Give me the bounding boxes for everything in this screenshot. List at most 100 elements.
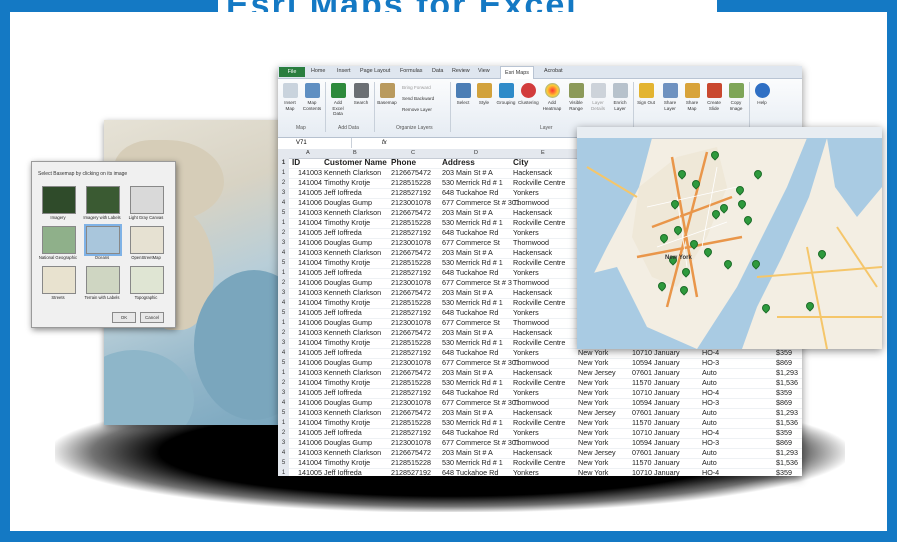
table-cell[interactable]: HO-4 <box>702 468 719 476</box>
table-cell[interactable]: Douglas Gump <box>324 278 372 288</box>
table-cell[interactable]: January <box>654 378 680 388</box>
tab-acrobat[interactable]: Acrobat <box>544 68 563 74</box>
table-cell[interactable]: Yonkers <box>513 428 539 438</box>
tab-insert[interactable]: Insert <box>337 68 350 74</box>
table-cell[interactable]: New York <box>578 378 608 388</box>
table-cell[interactable]: Yonkers <box>513 348 539 358</box>
name-box[interactable]: V71 <box>278 138 352 148</box>
table-cell[interactable]: Timothy Krotje <box>324 338 370 348</box>
table-cell[interactable]: Douglas Gump <box>324 438 372 448</box>
tab-view[interactable]: View <box>478 68 490 74</box>
table-cell[interactable]: 141003 <box>298 368 322 378</box>
table-cell[interactable]: 141003 <box>298 448 322 458</box>
table-cell[interactable]: Timothy Krotje <box>324 178 370 188</box>
table-cell[interactable]: 648 Tuckahoe Rd <box>442 228 498 238</box>
basemap-thumbnail[interactable] <box>84 224 122 256</box>
table-cell[interactable]: 203 Main St # A <box>442 288 493 298</box>
table-cell[interactable]: New York <box>578 358 608 368</box>
tab-page-layout[interactable]: Page Layout <box>360 68 390 74</box>
table-cell[interactable]: Thornwood <box>513 198 549 208</box>
table-cell[interactable]: Rockville Centre <box>513 338 565 348</box>
table-cell[interactable]: Thornwood <box>513 358 549 368</box>
table-cell[interactable]: Rockville Centre <box>513 418 565 428</box>
table-cell[interactable]: 2128527192 <box>391 268 431 278</box>
table-cell[interactable]: Hackensack <box>513 168 552 178</box>
help-button[interactable]: Help <box>752 83 772 106</box>
table-cell[interactable]: 07601 <box>632 408 652 418</box>
table-cell[interactable]: 530 Merrick Rd # 1 <box>442 418 503 428</box>
table-cell[interactable]: Rockville Centre <box>513 378 565 388</box>
table-cell[interactable]: 2123001078 <box>391 278 431 288</box>
table-cell[interactable]: Thornwood <box>513 238 549 248</box>
table-cell[interactable]: Yonkers <box>513 188 539 198</box>
table-cell[interactable]: 2128515228 <box>391 178 431 188</box>
table-cell[interactable]: 141005 <box>298 468 322 476</box>
basemap-thumbnail[interactable] <box>42 266 76 294</box>
table-cell[interactable]: 141004 <box>298 338 322 348</box>
table-cell[interactable]: January <box>654 368 680 378</box>
table-cell[interactable]: Thornwood <box>513 318 549 328</box>
table-cell[interactable]: 141005 <box>298 388 322 398</box>
table-cell[interactable]: $1,293 <box>776 448 798 458</box>
table-cell[interactable]: 141003 <box>298 288 322 298</box>
table-cell[interactable]: Auto <box>702 408 717 418</box>
table-cell[interactable]: Jeff Ioffreda <box>324 188 362 198</box>
table-cell[interactable]: Yonkers <box>513 268 539 278</box>
table-cell[interactable]: $359 <box>776 348 792 358</box>
basemap-thumbnail[interactable] <box>130 226 164 254</box>
tab-formulas[interactable]: Formulas <box>400 68 422 74</box>
send-backward-button[interactable]: Send Backward <box>402 96 434 101</box>
remove-layer-button[interactable]: Remove Layer <box>402 107 432 112</box>
header-city[interactable]: City <box>513 158 528 168</box>
table-cell[interactable]: 648 Tuckahoe Rd <box>442 348 498 358</box>
table-cell[interactable]: 2128515228 <box>391 258 431 268</box>
table-cell[interactable]: 203 Main St # A <box>442 408 493 418</box>
tab-data[interactable]: Data <box>432 68 443 74</box>
table-cell[interactable]: $1,536 <box>776 378 798 388</box>
table-cell[interactable]: 141004 <box>298 458 322 468</box>
table-cell[interactable]: 648 Tuckahoe Rd <box>442 188 498 198</box>
table-cell[interactable]: Thornwood <box>513 438 549 448</box>
grouping-button[interactable]: Grouping <box>496 83 516 106</box>
table-cell[interactable]: Rockville Centre <box>513 258 565 268</box>
table-cell[interactable]: 141005 <box>298 268 322 278</box>
table-cell[interactable]: $1,536 <box>776 458 798 468</box>
table-cell[interactable]: Hackensack <box>513 248 552 258</box>
basemap-thumbnail[interactable] <box>130 186 164 214</box>
header-id[interactable]: ID <box>292 158 300 168</box>
table-cell[interactable]: 141006 <box>298 198 322 208</box>
table-cell[interactable]: January <box>654 388 680 398</box>
table-cell[interactable]: January <box>654 438 680 448</box>
add-heatmap-button[interactable]: Add Heatmap <box>542 83 562 111</box>
table-cell[interactable]: Yonkers <box>513 388 539 398</box>
table-cell[interactable]: 141004 <box>298 218 322 228</box>
table-cell[interactable]: New Jersey <box>578 408 616 418</box>
table-cell[interactable]: Douglas Gump <box>324 318 372 328</box>
table-cell[interactable]: Jeff Ioffreda <box>324 388 362 398</box>
table-cell[interactable]: 141006 <box>298 278 322 288</box>
enrich-layer-button[interactable]: Enrich Layer <box>610 83 630 111</box>
table-cell[interactable]: $869 <box>776 438 792 448</box>
table-cell[interactable]: Thornwood <box>513 278 549 288</box>
table-cell[interactable]: $359 <box>776 388 792 398</box>
table-cell[interactable]: January <box>654 408 680 418</box>
table-cell[interactable]: Kenneth Clarkson <box>324 248 381 258</box>
table-cell[interactable]: January <box>654 418 680 428</box>
cancel-button[interactable]: Cancel <box>140 312 164 323</box>
basemap-thumbnail[interactable] <box>42 226 76 254</box>
table-cell[interactable]: Jeff Ioffreda <box>324 268 362 278</box>
table-cell[interactable]: 141004 <box>298 298 322 308</box>
table-cell[interactable]: Timothy Krotje <box>324 378 370 388</box>
copy-image-button[interactable]: Copy Image <box>726 83 746 111</box>
table-cell[interactable]: 677 Commerce St # 301 <box>442 358 520 368</box>
table-cell[interactable]: 141006 <box>298 318 322 328</box>
table-cell[interactable]: Timothy Krotje <box>324 458 370 468</box>
column-header[interactable]: B <box>353 150 357 156</box>
table-cell[interactable]: Auto <box>702 368 717 378</box>
table-cell[interactable]: 141006 <box>298 358 322 368</box>
table-cell[interactable]: Kenneth Clarkson <box>324 408 381 418</box>
table-cell[interactable]: $869 <box>776 358 792 368</box>
table-cell[interactable]: Kenneth Clarkson <box>324 368 381 378</box>
table-cell[interactable]: $359 <box>776 468 792 476</box>
table-cell[interactable]: 2128515228 <box>391 338 431 348</box>
